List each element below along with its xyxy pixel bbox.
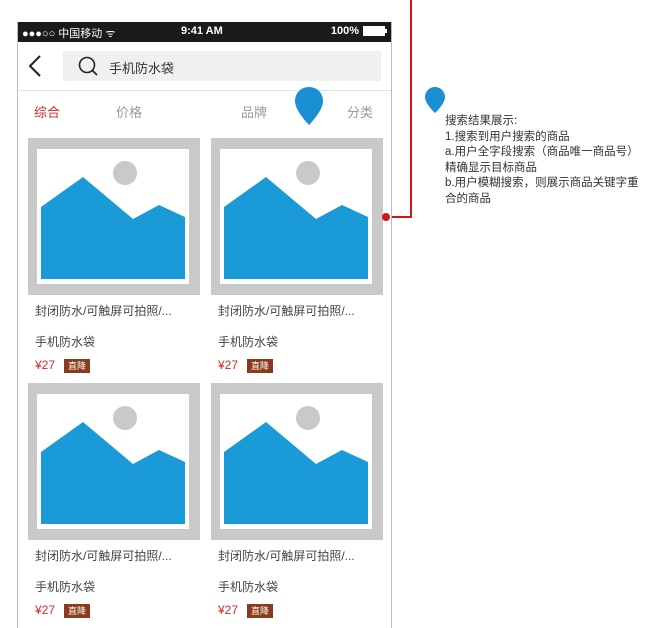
annotation-connector-dot (382, 213, 390, 221)
annotation-marker: 6 (424, 86, 460, 114)
phone-screen: ●●●○○ 中国移动 ᯤ 9:41 AM 100% 手机防水袋 综合 价格 品牌… (17, 22, 392, 628)
marker-number: 6 (454, 90, 460, 101)
product-subtitle: 手机防水袋 (218, 335, 279, 349)
annotation-text: 搜索结果展示: 1.搜索到用户搜索的商品 a.用户全字段搜索（商品唯一商品号）精… (445, 114, 645, 207)
product-price: ¥27 (218, 358, 239, 372)
back-button[interactable] (26, 52, 46, 80)
tab-comprehensive[interactable]: 综合 (34, 102, 60, 121)
product-price: ¥27 (35, 603, 56, 617)
product-image-placeholder (211, 383, 383, 540)
tab-brand[interactable]: 品牌 (241, 102, 267, 121)
annotation-heading: 搜索结果展示: (445, 115, 518, 127)
product-title: 封闭防水/可触屏可拍照/... (35, 304, 172, 318)
discount-badge: 直降 (247, 604, 274, 618)
search-input[interactable]: 手机防水袋 (63, 51, 381, 81)
product-title: 封闭防水/可触屏可拍照/... (218, 549, 355, 563)
map-pin-icon (425, 87, 445, 113)
annotation-connector-vertical (410, 0, 412, 218)
search-header: 手机防水袋 (18, 42, 391, 91)
image-placeholder-icon (41, 161, 185, 279)
carrier-signal: ●●●○○ 中国移动 ᯤ (22, 28, 116, 40)
annotation-marker-phone: 6 (293, 85, 344, 127)
marker-number: 6 (337, 94, 345, 106)
product-image-placeholder (211, 138, 383, 295)
product-title: 封闭防水/可触屏可拍照/... (35, 549, 172, 563)
image-placeholder-icon (224, 161, 368, 279)
search-query-text: 手机防水袋 (109, 61, 175, 76)
product-image-placeholder (28, 138, 200, 295)
product-title: 封闭防水/可触屏可拍照/... (218, 304, 355, 318)
battery-icon (363, 26, 387, 36)
annotation-line: a.用户全字段搜索（商品唯一商品号）精确显示目标商品 (445, 146, 639, 174)
annotation-line: 1.搜索到用户搜索的商品 (445, 130, 570, 143)
status-bar: ●●●○○ 中国移动 ᯤ 9:41 AM 100% (18, 22, 391, 42)
image-placeholder-icon (41, 406, 185, 524)
chevron-left-icon (28, 55, 41, 77)
tab-price[interactable]: 价格 (116, 102, 142, 121)
product-subtitle: 手机防水袋 (218, 580, 279, 594)
discount-badge: 直降 (247, 359, 274, 373)
map-pin-icon (295, 87, 323, 125)
product-price: ¥27 (218, 603, 239, 617)
image-placeholder-icon (224, 406, 368, 524)
product-subtitle: 手机防水袋 (35, 335, 96, 349)
product-price: ¥27 (35, 358, 56, 372)
search-icon (78, 56, 98, 76)
status-time: 9:41 AM (181, 25, 223, 37)
annotation-line: b.用户模糊搜索，则展示商品关键字重合的商品 (445, 177, 639, 205)
product-subtitle: 手机防水袋 (35, 580, 96, 594)
discount-badge: 直降 (64, 359, 91, 373)
discount-badge: 直降 (64, 604, 91, 618)
product-image-placeholder (28, 383, 200, 540)
battery-status: 100% (330, 25, 387, 37)
battery-percent: 100% (330, 25, 359, 37)
